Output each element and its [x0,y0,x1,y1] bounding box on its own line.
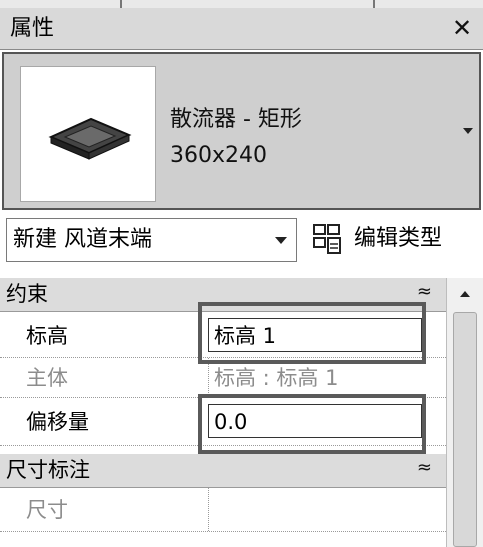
property-name: 尺寸 [26,498,68,522]
type-selector[interactable]: 散流器 - 矩形 360x240 [2,52,481,210]
scroll-up-arrow-icon[interactable] [457,286,473,302]
chevron-down-icon[interactable] [461,124,475,138]
edit-type-button[interactable]: 编辑类型 [308,218,478,262]
highlight-box-level [198,302,426,364]
vertical-scrollbar[interactable] [446,278,483,547]
properties-titlebar: 属性 ✕ [0,8,483,50]
section-dimensions[interactable]: 尺寸标注 ≈ [0,454,446,488]
chevron-down-icon[interactable] [274,233,288,247]
property-name: 偏移量 [26,410,89,434]
edit-type-label: 编辑类型 [354,226,443,251]
section-title: 约束 [6,282,48,306]
collapse-icon[interactable]: ≈ [417,457,432,479]
property-name: 主体 [26,366,68,390]
type-preview [20,66,156,202]
property-row-host: 主体 标高 : 标高 1 [0,358,446,398]
strip-divider [120,0,122,8]
type-family-name: 散流器 - 矩形 [170,107,302,132]
panel-title: 属性 [10,16,55,41]
edit-type-icon [313,224,341,254]
instance-filter-label: 新建 风道末端 [13,227,152,252]
instance-filter-dropdown[interactable]: 新建 风道末端 [6,218,297,262]
property-name: 标高 [26,324,68,348]
properties-grid: 约束 ≈ 标高 标高 1 主体 标高 : 标高 1 偏移量 0.0 尺寸标注 ≈… [0,278,446,547]
property-row-size: 尺寸 [0,488,446,532]
diffuser-preview-icon [48,117,132,160]
section-title: 尺寸标注 [6,458,90,482]
type-size-label: 360x240 [170,143,268,168]
column-divider [208,488,209,531]
close-icon[interactable]: ✕ [449,14,475,42]
collapse-icon[interactable]: ≈ [417,281,432,303]
top-strip [0,0,483,8]
scrollbar-thumb[interactable] [453,312,477,547]
strip-divider-2 [373,0,375,8]
highlight-box-offset [198,394,426,454]
property-value: 标高 : 标高 1 [214,366,339,390]
